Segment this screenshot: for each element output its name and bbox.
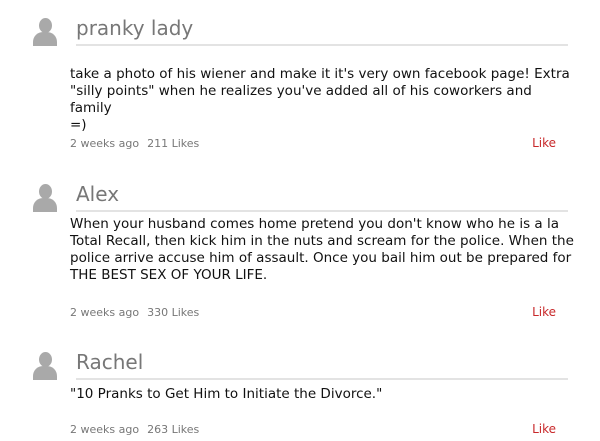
divider bbox=[76, 210, 568, 212]
like-button[interactable]: Like bbox=[532, 422, 556, 436]
like-count: 211 Likes bbox=[147, 137, 200, 150]
comment-timestamp: 2 weeks ago bbox=[70, 423, 140, 436]
comment-body: take a photo of his wiener and make it i… bbox=[70, 66, 570, 133]
comment-body: When your husband comes home pretend you… bbox=[70, 216, 574, 283]
divider bbox=[76, 44, 568, 46]
like-button[interactable]: Like bbox=[532, 136, 556, 150]
user-avatar-icon bbox=[30, 182, 60, 212]
divider bbox=[76, 378, 568, 380]
like-count: 263 Likes bbox=[147, 423, 200, 436]
comment-timestamp: 2 weeks ago bbox=[70, 137, 140, 150]
comment-author: Alex bbox=[76, 182, 120, 206]
comment-author: pranky lady bbox=[76, 16, 194, 40]
comment-timestamp: 2 weeks ago bbox=[70, 306, 140, 319]
comment-meta: 2 weeks ago 263 Likes bbox=[70, 423, 199, 436]
comment-author: Rachel bbox=[76, 350, 144, 374]
user-avatar-icon bbox=[30, 350, 60, 380]
comment-body: "10 Pranks to Get Him to Initiate the Di… bbox=[70, 386, 383, 402]
comment-meta: 2 weeks ago 330 Likes bbox=[70, 306, 199, 319]
like-button[interactable]: Like bbox=[532, 305, 556, 319]
comment-meta: 2 weeks ago 211 Likes bbox=[70, 137, 199, 150]
user-avatar-icon bbox=[30, 16, 60, 46]
like-count: 330 Likes bbox=[147, 306, 200, 319]
